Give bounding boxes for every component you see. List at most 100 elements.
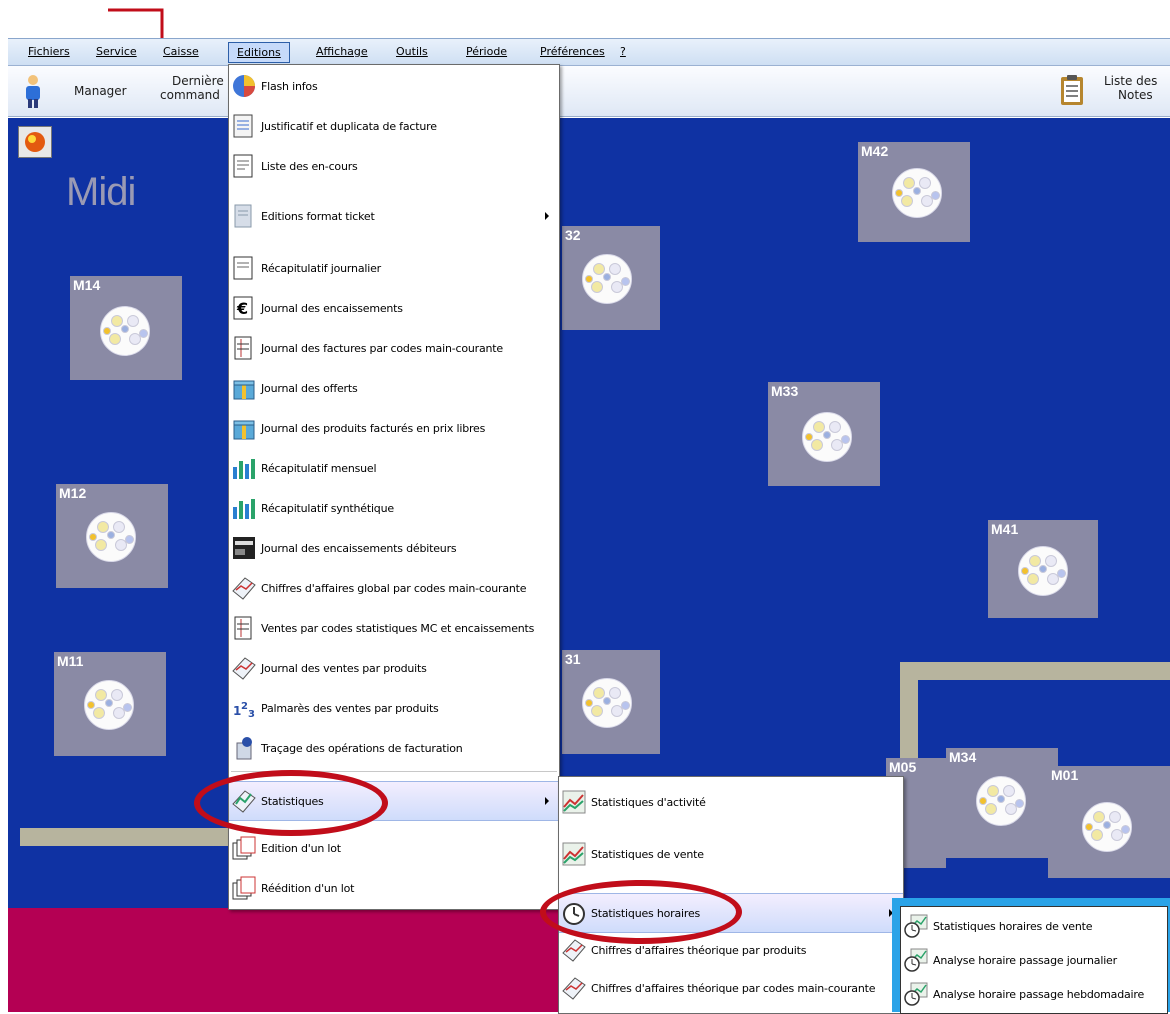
horaires-submenu-frame: Statistiques horaires de vente Analyse h… (892, 898, 1170, 1014)
menu-item-analyse-passage-hebdomadaire[interactable]: Analyse horaire passage hebdomadaire (901, 977, 1167, 1011)
plate-icon (1018, 546, 1068, 596)
menu-item-statistiques-vente[interactable]: Statistiques de vente (559, 835, 903, 873)
menu-item-label: Statistiques de vente (591, 848, 704, 861)
menu-item-journal-encaissements-debiteurs[interactable]: Journal des encaissements débiteurs (229, 529, 559, 567)
menu-item-journal-prix-libres[interactable]: Journal des produits facturés en prix li… (229, 409, 559, 447)
menu-item-flash-infos[interactable]: Flash infos (229, 67, 559, 105)
menu-item-label: Justificatif et duplicata de facture (261, 120, 437, 133)
menu-item-journal-factures-codes-mc[interactable]: Journal des factures par codes main-cour… (229, 329, 559, 367)
plate-icon (84, 680, 134, 730)
horaires-submenu: Statistiques horaires de vente Analyse h… (900, 906, 1168, 1014)
menu-item-label: Journal des produits facturés en prix li… (261, 422, 486, 435)
menu-fichiers[interactable]: Fichiers (28, 45, 70, 58)
liste-des-notes-button[interactable]: Liste des Notes (1058, 70, 1170, 110)
svg-text:3: 3 (248, 709, 255, 720)
menu-item-recapitulatif-journalier[interactable]: Récapitulatif journalier (229, 249, 559, 287)
table-m42[interactable]: M42 (858, 142, 970, 242)
menu-item-journal-encaissements[interactable]: € Journal des encaissements (229, 289, 559, 327)
derniere-commande-button[interactable]: Dernière command (148, 70, 228, 110)
table-label: M11 (57, 653, 84, 669)
table-label: M41 (991, 521, 1019, 537)
table-label: M01 (1051, 767, 1079, 783)
table-m41[interactable]: M41 (988, 520, 1098, 618)
gift-icon (233, 420, 255, 440)
euro-icon: € (233, 296, 253, 320)
menu-item-editions-format-ticket[interactable]: Editions format ticket (229, 197, 559, 235)
menu-preferences[interactable]: Préférences (540, 45, 605, 58)
toolbar: Manager Dernière command Liste des Notes (8, 66, 1170, 117)
status-ball-icon (25, 132, 45, 152)
table-m34[interactable]: M34 (946, 748, 1058, 858)
pie-chart-icon (233, 75, 255, 97)
menu-item-label: Récapitulatif journalier (261, 262, 381, 275)
clock-chart-icon (904, 914, 928, 938)
table-m32[interactable]: 32 (562, 226, 660, 330)
menu-item-tracage-operations[interactable]: Traçage des opérations de facturation (229, 729, 559, 767)
menu-service[interactable]: Service (96, 45, 137, 58)
menu-item-liste-en-cours[interactable]: Liste des en-cours (229, 147, 559, 185)
trace-icon (236, 737, 252, 760)
menu-item-reedition-lot[interactable]: Réédition d'un lot (229, 869, 559, 907)
ledger-icon (234, 336, 252, 360)
stacked-documents-icon (232, 876, 256, 900)
menu-item-justificatif[interactable]: Justificatif et duplicata de facture (229, 107, 559, 145)
menu-item-journal-offerts[interactable]: Journal des offerts (229, 369, 559, 407)
menu-item-label: Analyse horaire passage journalier (933, 954, 1117, 967)
menu-item-recapitulatif-synthetique[interactable]: Récapitulatif synthétique (229, 489, 559, 527)
menu-item-label: Journal des offerts (261, 382, 358, 395)
menu-item-ventes-codes-stat[interactable]: Ventes par codes statistiques MC et enca… (229, 609, 559, 647)
menu-item-label: Edition d'un lot (261, 842, 341, 855)
table-m33[interactable]: M33 (768, 382, 880, 486)
table-label: M33 (771, 383, 799, 399)
table-m31[interactable]: 31 (562, 650, 660, 754)
menu-bar: Fichiers Service Caisse Editions Afficha… (8, 38, 1170, 66)
document-icon (233, 154, 253, 178)
menu-item-label: Editions format ticket (261, 210, 375, 223)
clock-chart-icon (904, 948, 928, 972)
svg-text:2: 2 (241, 701, 248, 712)
manager-button[interactable]: Manager (14, 70, 134, 110)
menu-item-analyse-passage-journalier[interactable]: Analyse horaire passage journalier (901, 943, 1167, 977)
menu-item-label: Journal des encaissements débiteurs (261, 542, 457, 555)
table-m01[interactable]: M01 (1048, 766, 1170, 878)
menu-item-ca-theorique-codes-mc[interactable]: Chiffres d'affaires théorique par codes … (559, 969, 903, 1007)
menu-item-label: Journal des encaissements (261, 302, 403, 315)
service-button[interactable] (18, 126, 52, 158)
graph-paper-icon (232, 577, 256, 600)
ledger-icon (234, 616, 252, 640)
table-m12[interactable]: M12 (56, 484, 168, 588)
liste-label-line2: Notes (1118, 88, 1153, 102)
ticket-icon (234, 204, 252, 228)
menu-item-label: Liste des en-cours (261, 160, 358, 173)
manager-label: Manager (74, 84, 127, 98)
liste-label-line1: Liste des (1104, 74, 1158, 88)
stacked-documents-icon (232, 836, 256, 860)
submenu-arrow-icon (545, 797, 549, 805)
menu-editions[interactable]: Editions (228, 42, 290, 63)
menu-caisse[interactable]: Caisse (163, 45, 199, 58)
menu-item-journal-ventes-produits[interactable]: Journal des ventes par produits (229, 649, 559, 687)
menu-help[interactable]: ? (620, 45, 626, 58)
derniere-label-line2: command (160, 88, 220, 102)
svg-text:€: € (236, 299, 248, 318)
menu-outils[interactable]: Outils (396, 45, 428, 58)
table-m11[interactable]: M11 (54, 652, 166, 756)
menu-item-label: Chiffres d'affaires global par codes mai… (261, 582, 527, 595)
ranking-icon: 1 23 (233, 701, 255, 720)
menu-item-recapitulatif-mensuel[interactable]: Récapitulatif mensuel (229, 449, 559, 487)
table-label: M12 (59, 485, 87, 501)
line-chart-icon (562, 842, 586, 866)
menu-item-ca-global-codes-mc[interactable]: Chiffres d'affaires global par codes mai… (229, 569, 559, 607)
gift-icon (233, 380, 255, 400)
table-m14[interactable]: M14 (70, 276, 182, 380)
menu-item-label: Statistiques horaires de vente (933, 920, 1093, 933)
menu-item-palmares-ventes[interactable]: 123 Palmarès des ventes par produits (229, 689, 559, 727)
service-title: Midi (66, 170, 136, 214)
menu-item-label: Ventes par codes statistiques MC et enca… (261, 622, 535, 635)
menu-periode[interactable]: Période (466, 45, 507, 58)
menu-item-stat-horaires-vente[interactable]: Statistiques horaires de vente (901, 909, 1167, 943)
menu-item-statistiques-activite[interactable]: Statistiques d'activité (559, 783, 903, 821)
plate-icon (1082, 802, 1132, 852)
invoice-icon (233, 114, 253, 138)
menu-affichage[interactable]: Affichage (316, 45, 368, 58)
